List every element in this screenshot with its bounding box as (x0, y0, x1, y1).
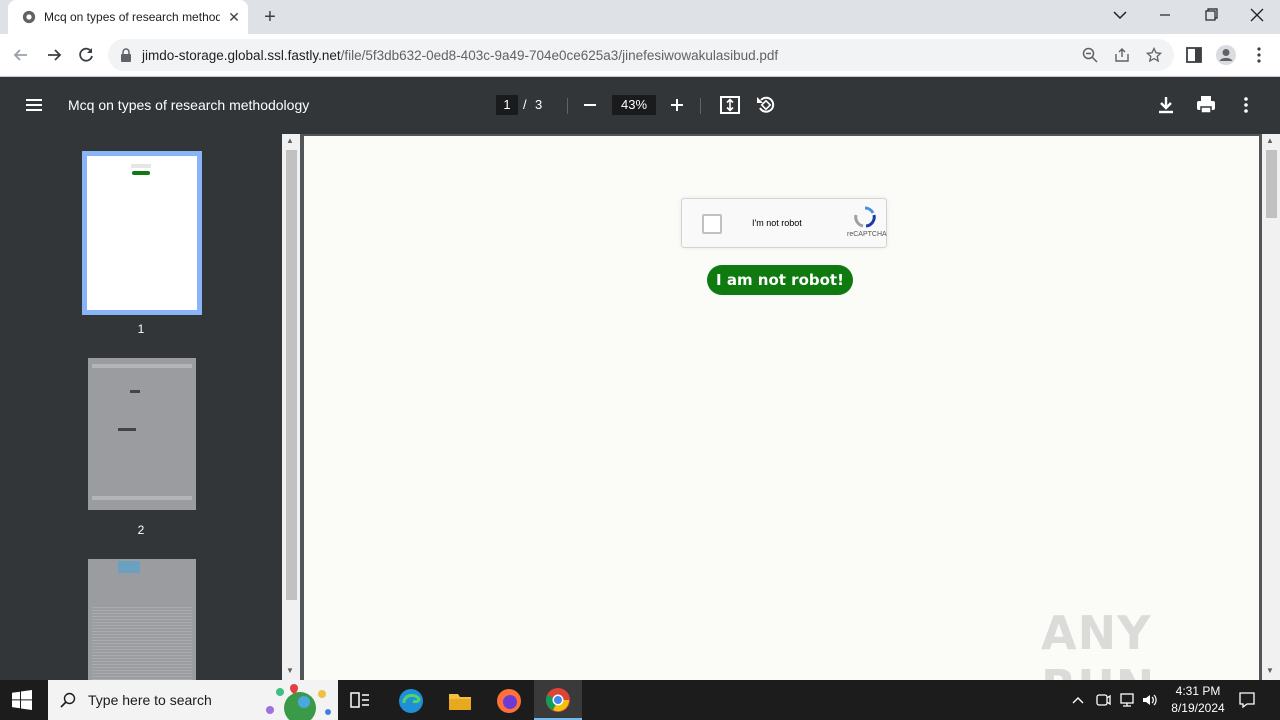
share-icon[interactable] (1114, 47, 1130, 63)
reload-icon[interactable] (75, 44, 97, 66)
address-bar[interactable]: jimdo-storage.global.ssl.fastly.net/file… (108, 39, 1174, 71)
notifications-icon[interactable] (1238, 691, 1256, 709)
zoom-level-input[interactable]: 43% (612, 95, 656, 115)
side-panel-icon[interactable] (1183, 44, 1205, 66)
thumbnail-text-line (92, 496, 192, 500)
firefox-icon[interactable] (496, 688, 522, 714)
divider (700, 98, 701, 114)
tab-title: Mcq on types of research methodology (44, 10, 220, 24)
thumbnail-image (118, 561, 140, 573)
thumbnail-mark (118, 428, 136, 431)
task-view-icon[interactable] (348, 689, 372, 711)
close-window-icon[interactable] (1245, 6, 1269, 24)
search-highlight-illustration-icon (266, 684, 331, 720)
thumbnail-label: 1 (137, 322, 145, 336)
clock-date: 8/19/2024 (1171, 701, 1225, 715)
restore-icon[interactable] (1199, 6, 1223, 24)
thumbnail-page-2[interactable] (88, 358, 196, 510)
viewer-scroll-thumb[interactable] (1266, 150, 1277, 218)
file-explorer-icon[interactable] (447, 688, 473, 714)
more-options-icon[interactable] (1234, 93, 1258, 117)
minimize-icon[interactable] (1153, 6, 1177, 24)
pdf-toolbar: Mcq on types of research methodology 1 /… (0, 77, 1280, 134)
tab-strip: Mcq on types of research methodology ✕ + (0, 0, 1280, 34)
watermark-logo: ANY RUN (1041, 606, 1154, 680)
page-separator: / (523, 97, 527, 112)
browser-menu-icon[interactable] (1248, 44, 1270, 66)
thumbnail-captcha-mark (131, 164, 151, 168)
search-icon (60, 692, 76, 708)
browser-toolbar: jimdo-storage.global.ssl.fastly.net/file… (0, 34, 1280, 77)
scroll-up-icon[interactable]: ▲ (286, 136, 294, 145)
thumbnail-page-1[interactable] (82, 151, 202, 315)
chrome-icon (545, 688, 570, 712)
thumbnail-text-block (92, 607, 192, 680)
sidebar-scroll-thumb[interactable] (286, 150, 297, 600)
zoom-out-icon[interactable] (578, 93, 602, 117)
pdf-viewer: I'm not robot reCAPTCHA I am not robot! … (300, 134, 1280, 680)
windows-taskbar: Type here to search 4:31 PM 8/19/2024 (0, 680, 1280, 720)
scroll-down-icon[interactable]: ▼ (1266, 666, 1274, 675)
tab-search-chevron-icon[interactable] (1108, 6, 1132, 24)
sidebar-scrollbar[interactable]: ▲ ▼ (282, 134, 300, 680)
fit-to-page-icon[interactable] (718, 93, 742, 117)
profile-avatar-icon[interactable] (1215, 44, 1237, 66)
divider (567, 98, 568, 114)
bookmark-star-icon[interactable] (1146, 47, 1162, 63)
search-placeholder: Type here to search (88, 692, 212, 708)
scroll-up-icon[interactable]: ▲ (1266, 136, 1274, 145)
back-icon[interactable] (10, 44, 32, 66)
new-tab-icon[interactable]: + (260, 7, 280, 27)
thumbnail-mark (130, 390, 140, 393)
zoom-icon[interactable] (1082, 47, 1098, 63)
rotate-icon[interactable] (754, 93, 778, 117)
page-number-input[interactable]: 1 (496, 95, 518, 115)
thumbnail-button-mark (132, 171, 150, 175)
pdf-page: I'm not robot reCAPTCHA I am not robot! … (304, 136, 1259, 680)
recaptcha-logo-icon (854, 206, 876, 228)
thumbnail-text-line (92, 364, 192, 368)
thumbnail-sidebar: 1 2 3 (0, 134, 282, 680)
download-icon[interactable] (1154, 93, 1178, 117)
thumbnail-label: 2 (137, 523, 145, 537)
volume-icon[interactable] (1141, 692, 1159, 708)
taskbar-search-box[interactable]: Type here to search (48, 680, 338, 720)
print-icon[interactable] (1194, 93, 1218, 117)
thumbnail-page-3[interactable] (88, 559, 196, 680)
show-hidden-icons-chevron-icon[interactable] (1072, 694, 1084, 706)
total-pages: 3 (535, 97, 543, 112)
meet-now-icon[interactable] (1095, 692, 1111, 708)
recaptcha-widget[interactable]: I'm not robot reCAPTCHA (681, 198, 887, 248)
url-text: jimdo-storage.global.ssl.fastly.net/file… (142, 48, 779, 63)
recaptcha-label: I'm not robot (752, 218, 802, 228)
close-tab-icon[interactable]: ✕ (226, 9, 242, 25)
viewer-scrollbar[interactable]: ▲ ▼ (1262, 134, 1280, 680)
lock-icon[interactable] (120, 48, 132, 62)
pdf-title: Mcq on types of research methodology (68, 97, 310, 113)
not-robot-button[interactable]: I am not robot! (707, 265, 853, 295)
forward-icon[interactable] (43, 44, 65, 66)
recaptcha-checkbox[interactable] (702, 214, 722, 234)
edge-icon[interactable] (398, 688, 424, 714)
system-clock[interactable]: 4:31 PM 8/19/2024 (1160, 683, 1236, 717)
zoom-in-icon[interactable] (665, 93, 689, 117)
windows-start-icon[interactable] (12, 690, 32, 710)
clock-time: 4:31 PM (1175, 684, 1221, 698)
hamburger-menu-icon[interactable] (22, 93, 46, 117)
recaptcha-brand: reCAPTCHA (847, 231, 887, 238)
globe-icon (22, 10, 36, 24)
scroll-down-icon[interactable]: ▼ (286, 666, 294, 675)
browser-tab[interactable]: Mcq on types of research methodology ✕ (8, 0, 248, 34)
network-icon[interactable] (1118, 692, 1136, 708)
chrome-taskbar-button[interactable] (534, 680, 582, 720)
